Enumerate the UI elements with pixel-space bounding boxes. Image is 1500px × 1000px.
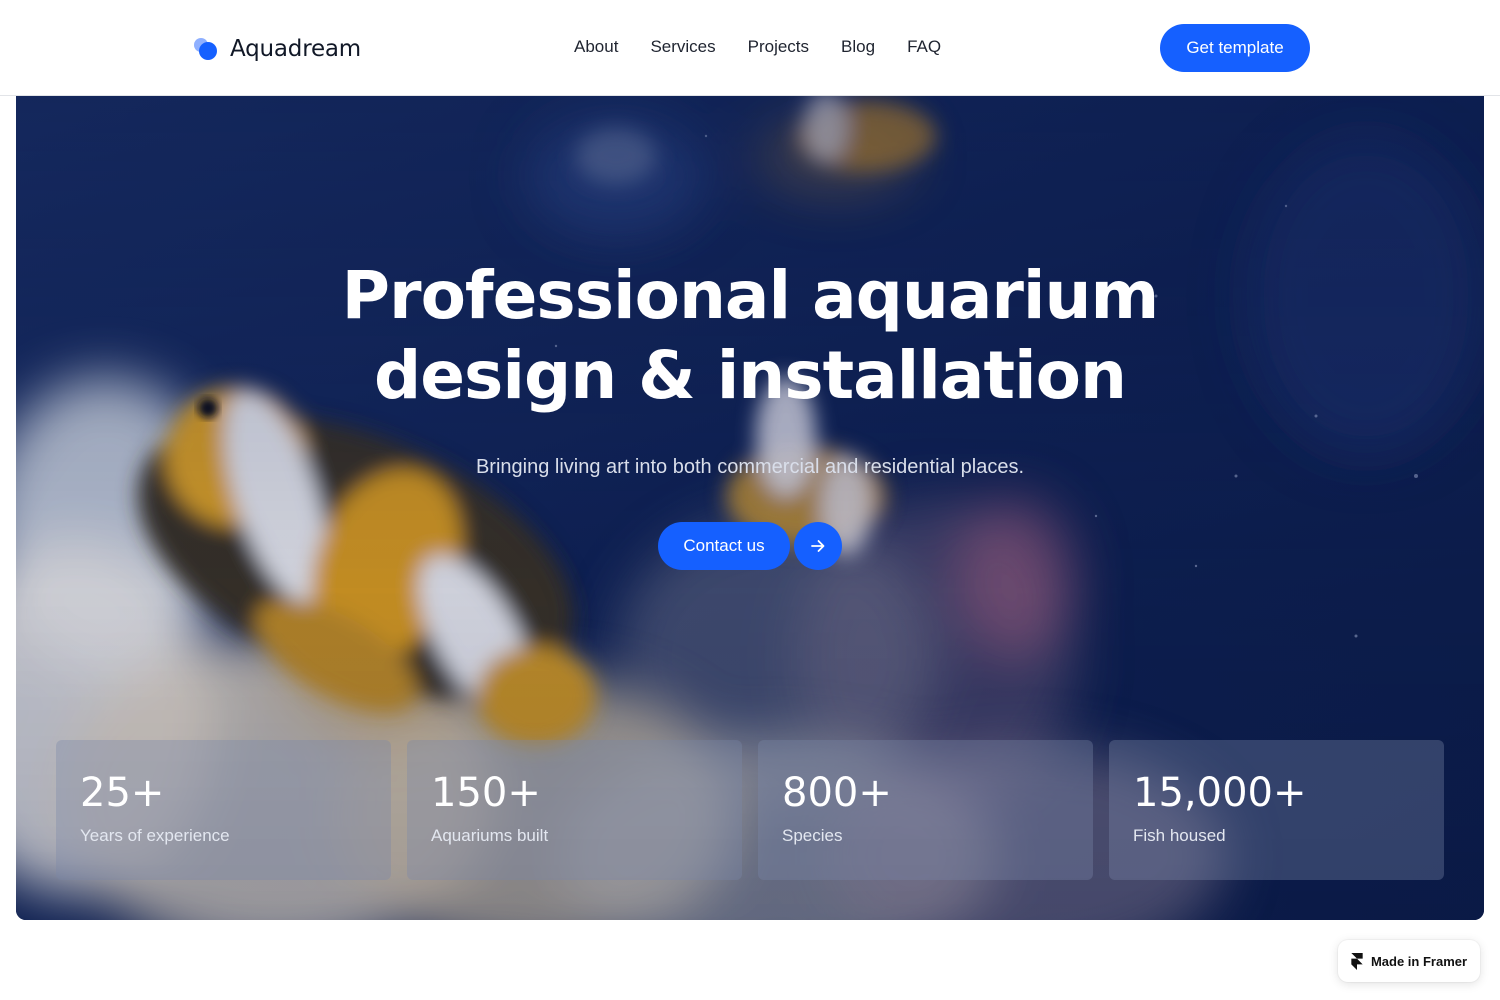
- main-nav: About Services Projects Blog FAQ: [574, 37, 941, 57]
- nav-link-services[interactable]: Services: [650, 37, 715, 57]
- hero-title-line-1: Professional aquarium: [341, 257, 1160, 334]
- nav-link-about[interactable]: About: [574, 37, 618, 57]
- hero-actions: Contact us: [658, 522, 842, 570]
- stat-value: 25+: [80, 770, 165, 816]
- stat-card-species: 800+ Species: [758, 740, 1093, 880]
- stat-card-aquariums: 150+ Aquariums built: [407, 740, 742, 880]
- site-header: Aquadream About Services Projects Blog F…: [0, 0, 1500, 96]
- stat-card-experience: 25+ Years of experience: [56, 740, 391, 880]
- hero-section: Professional aquarium design & installat…: [16, 96, 1484, 920]
- stat-label: Aquariums built: [431, 826, 549, 845]
- framer-logo-icon: [1351, 952, 1363, 970]
- stat-label: Species: [782, 826, 843, 845]
- get-template-button[interactable]: Get template: [1160, 24, 1310, 72]
- nav-link-projects[interactable]: Projects: [748, 37, 809, 57]
- stat-label: Years of experience: [80, 826, 230, 845]
- hero-subtitle: Bringing living art into both commercial…: [475, 456, 1025, 478]
- made-in-framer-badge[interactable]: Made in Framer: [1338, 940, 1480, 982]
- stat-card-fish: 15,000+ Fish housed: [1109, 740, 1444, 880]
- nav-link-blog[interactable]: Blog: [841, 37, 875, 57]
- hero-title-line-2: design & installation: [374, 337, 1127, 414]
- contact-arrow-button[interactable]: [794, 522, 842, 570]
- hero-title: Professional aquarium design & installat…: [16, 256, 1484, 416]
- stat-label: Fish housed: [1133, 826, 1226, 845]
- brand-name: Aquadream: [230, 36, 362, 62]
- stat-value: 800+: [782, 770, 892, 816]
- stats-row: 25+ Years of experience 150+ Aquariums b…: [56, 740, 1444, 880]
- brand-logo-link[interactable]: Aquadream: [192, 34, 361, 64]
- stat-value: 15,000+: [1133, 770, 1307, 816]
- contact-us-button[interactable]: Contact us: [658, 522, 790, 570]
- aquadream-logo-icon: [194, 38, 217, 60]
- stat-value: 150+: [431, 770, 541, 816]
- framer-badge-label: Made in Framer: [1370, 953, 1468, 969]
- nav-link-faq[interactable]: FAQ: [907, 37, 941, 57]
- arrow-right-icon: [811, 540, 825, 552]
